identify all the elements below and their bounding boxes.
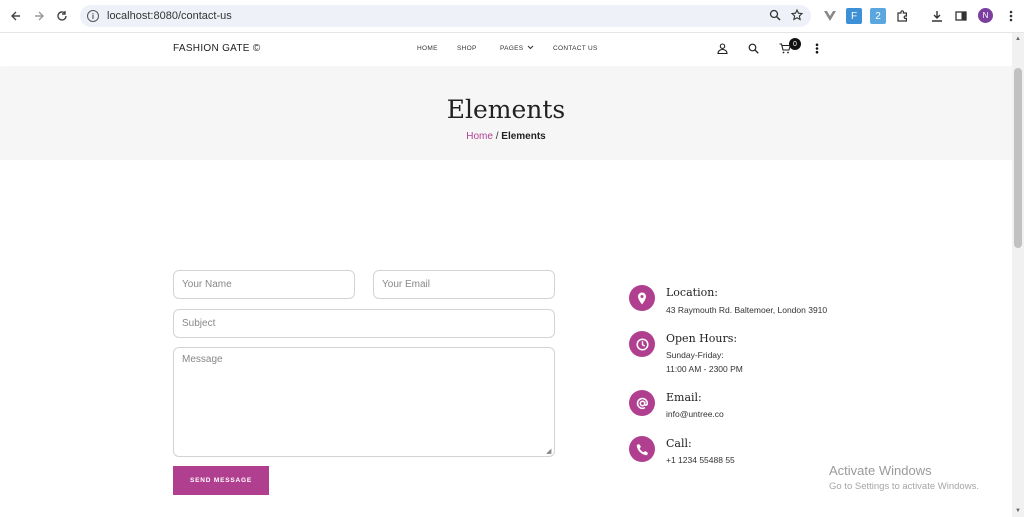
forward-icon[interactable]: [29, 6, 49, 26]
nav-pages[interactable]: PAGES: [500, 45, 534, 52]
more-menu-icon[interactable]: [810, 41, 824, 55]
page-hero: Elements Home / Elements: [0, 67, 1012, 160]
back-icon[interactable]: [6, 6, 26, 26]
clock-icon: [629, 331, 655, 357]
puzzle-icon[interactable]: [894, 8, 910, 24]
activate-windows-title: Activate Windows: [829, 463, 932, 478]
page-title: Elements: [446, 95, 566, 124]
location-text: 43 Raymouth Rd. Baltemoer, London 3910: [666, 305, 828, 315]
browser-toolbar: i localhost:8080/contact-us F 2 N: [0, 0, 1024, 33]
location-title: Location:: [666, 286, 718, 299]
address-bar[interactable]: i localhost:8080/contact-us: [80, 5, 811, 27]
zoom-icon[interactable]: [769, 8, 781, 26]
activate-windows-subtitle: Go to Settings to activate Windows.: [829, 481, 979, 492]
brand-logo[interactable]: FASHION GATE ©: [173, 43, 261, 54]
site-header: FASHION GATE © HOME SHOP PAGES CONTACT U…: [0, 33, 1012, 66]
nav-shop[interactable]: SHOP: [457, 45, 477, 52]
nav-pages-label: PAGES: [500, 45, 524, 52]
translate-extension-icon[interactable]: F: [846, 8, 862, 24]
location-pin-icon: [629, 285, 655, 311]
send-message-button[interactable]: SEND MESSAGE: [173, 466, 269, 495]
email-text[interactable]: info@untree.co: [666, 407, 724, 421]
extension-icon-2[interactable]: 2: [870, 8, 886, 24]
call-title: Call:: [666, 437, 692, 450]
info-icon[interactable]: i: [87, 10, 99, 22]
breadcrumb-home-link[interactable]: Home: [466, 131, 493, 142]
hours-line-1: Sunday-Friday:: [666, 350, 724, 360]
star-icon[interactable]: [790, 8, 804, 26]
resize-grip-icon[interactable]: ◢: [546, 448, 553, 455]
vue-extension-icon[interactable]: [822, 8, 838, 24]
message-textarea[interactable]: [173, 347, 555, 457]
subject-input[interactable]: [173, 309, 555, 338]
name-input[interactable]: [173, 270, 355, 299]
breadcrumb: Home / Elements: [0, 131, 1012, 142]
breadcrumb-current: Elements: [501, 131, 546, 142]
download-icon[interactable]: [929, 8, 945, 24]
profile-avatar[interactable]: N: [978, 8, 993, 23]
email-input[interactable]: [373, 270, 555, 299]
user-icon[interactable]: [715, 41, 729, 55]
nav-home[interactable]: HOME: [417, 45, 438, 52]
email-title: Email:: [666, 391, 702, 404]
sidepanel-icon[interactable]: [953, 8, 969, 24]
kebab-menu-icon[interactable]: [1003, 8, 1019, 24]
at-sign-icon: [629, 390, 655, 416]
scrollbar-thumb[interactable]: [1014, 68, 1022, 248]
chevron-down-icon: [527, 45, 533, 50]
scroll-down-icon[interactable]: ▼: [1014, 507, 1022, 515]
search-icon[interactable]: [746, 41, 760, 55]
url-text[interactable]: localhost:8080/contact-us: [107, 10, 232, 22]
call-text[interactable]: +1 1234 55488 55: [666, 453, 735, 467]
hours-line-2: 11:00 AM - 2300 PM: [666, 364, 743, 374]
phone-icon: [629, 436, 655, 462]
hours-title: Open Hours:: [666, 332, 738, 345]
reload-icon[interactable]: [52, 6, 72, 26]
cart-count-badge: 0: [789, 38, 801, 50]
scroll-up-icon[interactable]: ▲: [1014, 35, 1022, 43]
nav-contact-us[interactable]: CONTACT US: [553, 45, 598, 52]
